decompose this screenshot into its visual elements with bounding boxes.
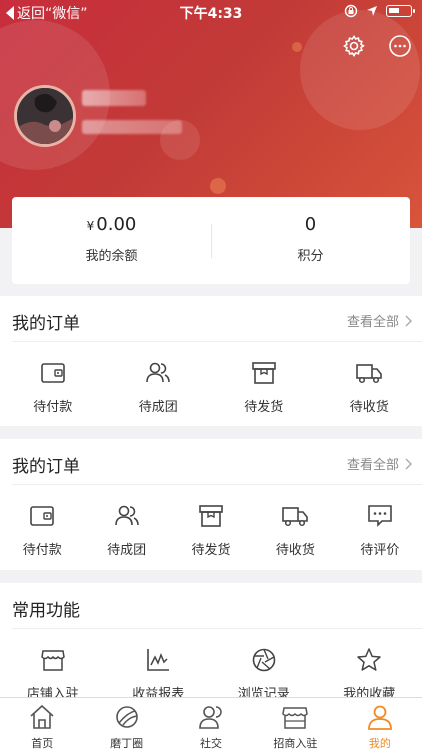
section-title: 常用功能 bbox=[12, 601, 80, 621]
wallet-icon bbox=[40, 363, 65, 383]
group-icon bbox=[146, 362, 171, 383]
users-icon bbox=[199, 706, 222, 729]
order-pending-shipment[interactable]: 待发货 bbox=[169, 485, 253, 565]
chevron-right-icon bbox=[405, 315, 412, 326]
order-pending-payment[interactable]: 待付款 bbox=[0, 342, 106, 422]
order-status-grid: 待付款 待成团 待发货 待收货 待评价 bbox=[0, 485, 422, 565]
section-title: 我的订单 bbox=[12, 314, 80, 334]
chart-icon bbox=[147, 649, 170, 671]
view-all-orders-link[interactable]: 查看全部 bbox=[347, 311, 412, 330]
view-all-orders-link[interactable]: 查看全部 bbox=[347, 454, 412, 473]
profile-icon bbox=[367, 705, 392, 730]
home-icon bbox=[30, 704, 54, 729]
chevron-right-icon bbox=[405, 458, 412, 469]
group-icon bbox=[114, 505, 139, 526]
order-pending-shipment[interactable]: 待发货 bbox=[211, 342, 317, 422]
star-icon bbox=[357, 648, 381, 671]
profile-header: 返回“微信” 下午4:33 bbox=[0, 0, 422, 228]
points-value: 0 bbox=[304, 214, 317, 235]
balance-column[interactable]: ¥0.00 我的余额 bbox=[12, 197, 211, 284]
box-icon bbox=[251, 362, 276, 384]
avatar[interactable] bbox=[14, 85, 76, 147]
orders-section-1: 我的订单 查看全部 待付款 待成团 待发货 待收货 bbox=[0, 296, 422, 426]
section-title: 我的订单 bbox=[12, 457, 80, 477]
store-icon bbox=[40, 650, 65, 671]
currency-symbol: ¥ bbox=[86, 219, 95, 233]
wallet-icon bbox=[30, 506, 55, 526]
order-pending-group[interactable]: 待成团 bbox=[106, 342, 212, 422]
order-pending-receipt[interactable]: 待收货 bbox=[317, 342, 422, 422]
balance-label: 我的余额 bbox=[85, 249, 138, 264]
balance-card: ¥0.00 我的余额 0 积分 bbox=[12, 197, 410, 284]
battery-icon bbox=[386, 5, 415, 17]
box-icon bbox=[199, 505, 223, 527]
shop-icon bbox=[282, 707, 309, 729]
decor-dot bbox=[292, 42, 302, 52]
decor-bubble bbox=[300, 10, 420, 130]
decor-dot bbox=[210, 178, 226, 194]
chat-bubble-icon[interactable] bbox=[388, 34, 412, 58]
order-pending-group[interactable]: 待成团 bbox=[84, 485, 168, 565]
balance-value: 0.00 bbox=[96, 214, 137, 235]
gear-icon[interactable] bbox=[342, 34, 366, 58]
view-all-label: 查看全部 bbox=[346, 458, 399, 473]
truck-icon bbox=[282, 507, 309, 527]
aperture-icon bbox=[252, 648, 276, 672]
tab-mine[interactable]: 我的 bbox=[338, 698, 422, 750]
planet-icon bbox=[115, 706, 138, 728]
avatar-image bbox=[17, 88, 73, 144]
view-all-label: 查看全部 bbox=[346, 315, 399, 330]
order-pending-review[interactable]: 待评价 bbox=[338, 485, 422, 565]
truck-icon bbox=[356, 364, 383, 384]
tab-circle[interactable]: 磨丁圈 bbox=[84, 698, 168, 750]
username-blurred bbox=[82, 90, 146, 106]
location-icon bbox=[367, 6, 377, 16]
order-status-grid: 待付款 待成团 待发货 待收货 bbox=[0, 342, 422, 422]
tab-home[interactable]: 首页 bbox=[0, 698, 84, 750]
common-functions-section: 常用功能 店铺入驻 收益报表 浏览记录 我的收藏 bbox=[0, 583, 422, 713]
tab-merchant-join[interactable]: 招商入驻 bbox=[253, 698, 337, 750]
orders-section-2: 我的订单 查看全部 待付款 待成团 待发货 待收货 待评价 bbox=[0, 439, 422, 570]
tab-social[interactable]: 社交 bbox=[169, 698, 253, 750]
comment-icon bbox=[368, 505, 392, 527]
user-id-blurred bbox=[82, 120, 182, 134]
order-pending-receipt[interactable]: 待收货 bbox=[253, 485, 337, 565]
points-column[interactable]: 0 积分 bbox=[211, 197, 410, 284]
rotation-lock-icon bbox=[344, 4, 358, 18]
status-bar: 返回“微信” 下午4:33 bbox=[0, 0, 422, 24]
bottom-tab-bar: 首页 磨丁圈 社交 招商入驻 我的 bbox=[0, 697, 422, 750]
order-pending-payment[interactable]: 待付款 bbox=[0, 485, 84, 565]
points-label: 积分 bbox=[297, 249, 324, 264]
